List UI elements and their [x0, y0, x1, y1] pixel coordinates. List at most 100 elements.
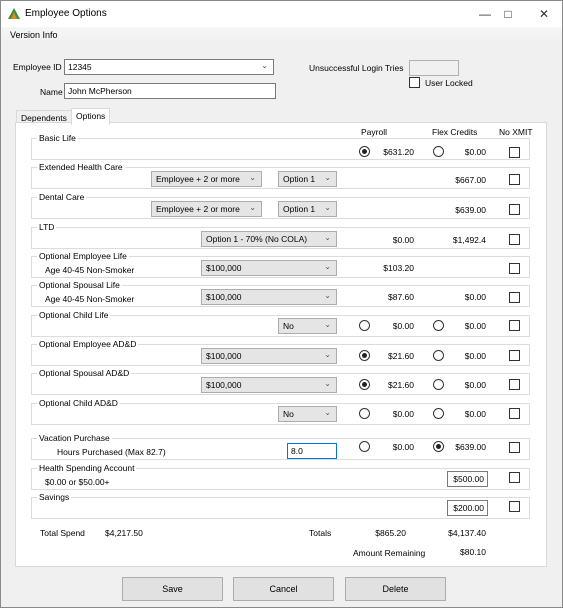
amount-value: $100,000: [206, 380, 242, 390]
chevron-down-icon: ⌄: [324, 173, 331, 182]
login-tries-label: Unsuccessful Login Tries: [309, 63, 404, 73]
noxmit-checkbox[interactable]: [509, 472, 520, 483]
name-label: Name: [40, 87, 63, 97]
noxmit-checkbox[interactable]: [509, 292, 520, 303]
tab-options[interactable]: Options: [71, 108, 111, 125]
option-select[interactable]: Option 1 ⌄: [278, 171, 337, 187]
login-tries-field[interactable]: [409, 60, 459, 76]
menu-bar: Version Info: [1, 27, 562, 43]
amount-select[interactable]: $100,000 ⌄: [201, 348, 337, 364]
amount-select[interactable]: $100,000 ⌄: [201, 377, 337, 393]
payroll-radio[interactable]: [359, 146, 370, 157]
group-title: Extended Health Care: [37, 162, 125, 172]
employee-id-combo[interactable]: 12345 ⌄: [64, 59, 274, 75]
amount-remaining-label: Amount Remaining: [353, 548, 426, 558]
coverage-select[interactable]: Employee + 2 or more ⌄: [151, 201, 262, 217]
group-title: Basic Life: [37, 133, 78, 143]
totals-payroll: $865.20: [375, 528, 406, 538]
hours-purchased-input[interactable]: 8.0: [287, 443, 337, 459]
amount-value: $100,000: [206, 263, 242, 273]
savings-amount-input[interactable]: $200.00: [447, 500, 488, 516]
flex-radio[interactable]: [433, 350, 444, 361]
payroll-amount: $87.60: [388, 292, 414, 302]
plan-value: Option 1 - 70% (No COLA): [206, 234, 308, 244]
flex-radio[interactable]: [433, 408, 444, 419]
name-input[interactable]: John McPherson: [64, 83, 276, 99]
option-select[interactable]: Option 1 ⌄: [278, 201, 337, 217]
chevron-down-icon: ⌄: [324, 203, 331, 212]
noxmit-checkbox[interactable]: [509, 350, 520, 361]
flex-radio[interactable]: [433, 320, 444, 331]
group-title: Vacation Purchase: [37, 433, 112, 443]
totals-label: Totals: [309, 528, 332, 538]
noxmit-checkbox[interactable]: [509, 204, 520, 215]
flex-amount: $0.00: [464, 380, 486, 390]
hsa-amount-input[interactable]: $500.00: [447, 471, 488, 487]
chevron-down-icon: ⌄: [324, 379, 331, 388]
payroll-radio[interactable]: [359, 379, 370, 390]
group-title: Savings: [37, 492, 72, 502]
choice-select[interactable]: No ⌄: [278, 318, 337, 334]
group-subtitle: Age 40-45 Non-Smoker: [45, 265, 135, 275]
flex-radio[interactable]: [433, 441, 444, 452]
noxmit-checkbox[interactable]: [509, 320, 520, 331]
group-title: Optional Employee Life: [37, 251, 129, 261]
payroll-column-header: Payroll: [361, 127, 387, 137]
cancel-button[interactable]: Cancel: [233, 577, 334, 601]
flex-amount: $0.00: [464, 321, 486, 331]
payroll-radio[interactable]: [359, 350, 370, 361]
flex-radio[interactable]: [433, 379, 444, 390]
noxmit-checkbox[interactable]: [509, 442, 520, 453]
app-tree-icon: [8, 8, 20, 19]
flex-amount: $639.00: [455, 442, 486, 452]
group-title: Optional Spousal AD&D: [37, 368, 132, 378]
close-button[interactable]: ✕: [530, 4, 558, 24]
choice-value: No: [283, 321, 294, 331]
choice-select[interactable]: No ⌄: [278, 406, 337, 422]
payroll-radio[interactable]: [359, 408, 370, 419]
noxmit-checkbox[interactable]: [509, 174, 520, 185]
choice-value: No: [283, 409, 294, 419]
group-title: Dental Care: [37, 192, 87, 202]
menu-version-info[interactable]: Version Info: [10, 30, 58, 40]
employee-options-window: Employee Options — □ ✕ Version Info Empl…: [0, 0, 563, 608]
amount-remaining-value: $80.10: [460, 547, 486, 557]
coverage-select[interactable]: Employee + 2 or more ⌄: [151, 171, 262, 187]
group-title: Optional Child Life: [37, 310, 111, 320]
save-button[interactable]: Save: [122, 577, 223, 601]
user-locked-checkbox[interactable]: [409, 77, 420, 88]
group-title: Health Spending Account: [37, 463, 137, 473]
delete-button[interactable]: Delete: [345, 577, 446, 601]
chevron-down-icon: ⌄: [261, 61, 268, 70]
group-subtitle: Age 40-45 Non-Smoker: [45, 294, 135, 304]
noxmit-checkbox[interactable]: [509, 501, 520, 512]
flex-amount: $0.00: [464, 147, 486, 157]
amount-value: $100,000: [206, 292, 242, 302]
amount-select[interactable]: $100,000 ⌄: [201, 260, 337, 276]
group-title: Optional Spousal Life: [37, 280, 122, 290]
option-value: Option 1: [283, 174, 316, 184]
chevron-down-icon: ⌄: [324, 291, 331, 300]
payroll-radio[interactable]: [359, 441, 370, 452]
totals-flex: $4,137.40: [448, 528, 486, 538]
flex-amount: $0.00: [464, 292, 486, 302]
noxmit-checkbox[interactable]: [509, 263, 520, 274]
payroll-amount: $103.20: [383, 263, 414, 273]
amount-select[interactable]: $100,000 ⌄: [201, 289, 337, 305]
group-title: Optional Child AD&D: [37, 398, 120, 408]
noxmit-checkbox[interactable]: [509, 408, 520, 419]
title-bar: Employee Options — □ ✕: [1, 1, 562, 27]
noxmit-column-header: No XMIT: [499, 127, 533, 137]
noxmit-checkbox[interactable]: [509, 379, 520, 390]
coverage-value: Employee + 2 or more: [156, 174, 240, 184]
flex-amount: $1,492.4: [452, 235, 486, 245]
maximize-button[interactable]: □: [494, 4, 522, 24]
ltd-plan-select[interactable]: Option 1 - 70% (No COLA) ⌄: [201, 231, 337, 247]
payroll-amount: $0.00: [392, 321, 414, 331]
payroll-radio[interactable]: [359, 320, 370, 331]
chevron-down-icon: ⌄: [324, 320, 331, 329]
noxmit-checkbox[interactable]: [509, 234, 520, 245]
flex-amount: $0.00: [464, 409, 486, 419]
flex-radio[interactable]: [433, 146, 444, 157]
noxmit-checkbox[interactable]: [509, 147, 520, 158]
